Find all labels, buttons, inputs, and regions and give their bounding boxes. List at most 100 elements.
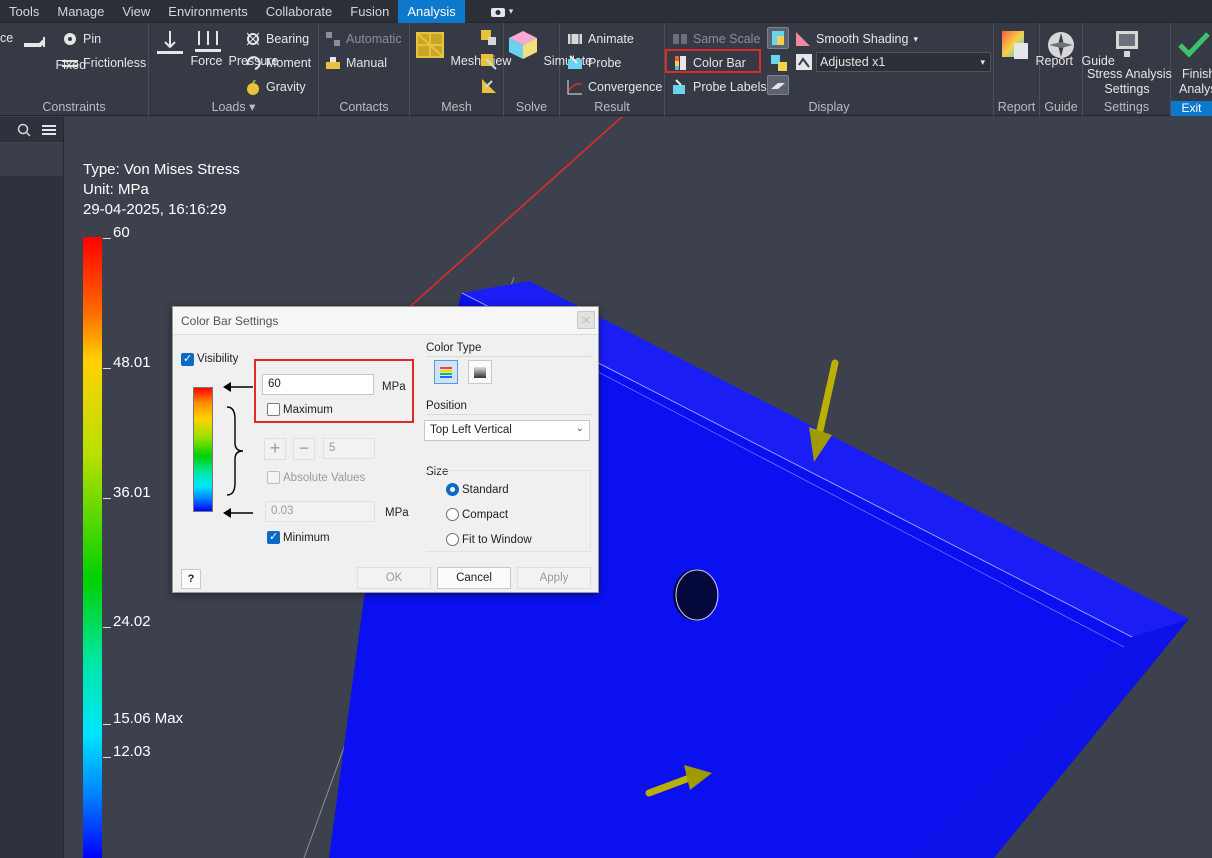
absolute-values-checkbox[interactable]: [267, 471, 280, 484]
panel-title-loads[interactable]: Loads ▾: [149, 99, 318, 114]
minus-icon: −: [298, 438, 310, 458]
pin-icon: [64, 33, 76, 45]
animate-film-icon: [568, 34, 582, 44]
menu-manage[interactable]: Manage: [48, 0, 113, 23]
visibility-checkbox[interactable]: [181, 352, 194, 366]
mesh-settings-icon[interactable]: [480, 29, 498, 47]
visibility-label: Visibility: [197, 353, 239, 365]
ok-button[interactable]: OK: [357, 567, 431, 589]
panel-display: Same Scale Color Bar Probe Labels Smooth…: [665, 23, 994, 116]
position-select[interactable]: Top Left Vertical ⌄: [424, 420, 590, 441]
minimum-unit-label: MPa: [385, 507, 409, 519]
panel-mesh: Mesh View Mesh: [410, 23, 511, 116]
frictionless-label: Frictionless: [83, 56, 147, 70]
smooth-shading-icon: [796, 32, 810, 46]
frictionless-button[interactable]: Frictionless: [62, 55, 146, 71]
color-bar-highlight-box: [665, 49, 761, 73]
constraint-cut-label[interactable]: ce: [0, 31, 13, 45]
automatic-button[interactable]: Automatic: [325, 31, 402, 47]
menu-collaborate[interactable]: Collaborate: [257, 0, 342, 23]
grayscale-color-icon: [474, 367, 486, 378]
browser-row[interactable]: [0, 143, 63, 177]
add-step-button[interactable]: +: [264, 438, 286, 460]
panel-contacts: Automatic Manual Contacts: [319, 23, 410, 116]
boundary-conditions-icon: [772, 31, 784, 45]
force-button[interactable]: Force: [153, 29, 222, 68]
manual-button[interactable]: Manual: [325, 55, 387, 71]
local-mesh-control-icon[interactable]: [480, 53, 498, 71]
help-button[interactable]: ?: [181, 569, 201, 589]
minimum-value-input[interactable]: 0.03: [265, 501, 375, 522]
cancel-button[interactable]: Cancel: [437, 567, 511, 589]
help-icon: ?: [187, 573, 195, 585]
moment-button[interactable]: Moment: [245, 55, 311, 71]
loads-title-text: Loads: [211, 100, 246, 114]
guide-compass-icon: [1048, 32, 1074, 58]
remove-step-button[interactable]: −: [293, 438, 315, 460]
dialog-close-button[interactable]: [577, 311, 595, 329]
probe-button[interactable]: Probe: [567, 55, 621, 71]
pressure-button[interactable]: Pressure: [191, 29, 279, 68]
probe-labels-label: Probe Labels: [693, 80, 767, 94]
stress-settings-icon: [1116, 31, 1138, 57]
color-bar-label: 24.02: [113, 613, 151, 630]
displacement-scale-select[interactable]: Adjusted x1 ▾: [816, 52, 991, 72]
bearing-button[interactable]: Bearing: [245, 31, 309, 47]
panel-report: Report Report: [994, 23, 1073, 116]
moment-icon: [246, 56, 261, 70]
rainbow-color-icon: [440, 367, 452, 378]
color-bar-label-max: 60: [113, 224, 130, 241]
search-icon[interactable]: [17, 123, 31, 137]
minimum-checkbox[interactable]: [267, 530, 280, 544]
min-max-values-icon[interactable]: [769, 53, 789, 73]
pin-button[interactable]: Pin: [62, 31, 101, 47]
size-fit-window-radio[interactable]: [446, 533, 459, 546]
color-bar-tick: [103, 498, 111, 499]
same-scale-label: Same Scale: [693, 32, 761, 46]
panel-solve: Simulate Solve: [504, 23, 592, 116]
size-compact-radio[interactable]: [446, 508, 459, 521]
stress-analysis-settings-button[interactable]: Stress Analysis Settings: [1087, 29, 1172, 97]
color-bar-tick: [103, 368, 111, 369]
smooth-shading-dropdown[interactable]: Smooth Shading ▾: [795, 31, 918, 47]
color-bar: [83, 237, 102, 858]
convergence-settings-icon[interactable]: [480, 77, 498, 95]
mesh-view-button[interactable]: Mesh View: [413, 29, 511, 68]
camera-dropdown-button[interactable]: ▾: [481, 0, 523, 23]
legend-timestamp: 29-04-2025, 16:16:29: [83, 201, 227, 218]
fixed-constraint-icon: [24, 37, 46, 47]
manual-label: Manual: [346, 56, 387, 70]
guide-button[interactable]: Guide: [1044, 29, 1115, 68]
deformed-style-toggle[interactable]: [767, 75, 789, 95]
same-scale-button[interactable]: Same Scale: [672, 31, 760, 47]
fixed-button[interactable]: Fixed: [18, 33, 86, 72]
size-fit-window-label: Fit to Window: [462, 534, 532, 546]
animate-label: Animate: [588, 32, 634, 46]
steps-input[interactable]: 5: [323, 438, 375, 459]
animate-button[interactable]: Animate: [567, 31, 634, 47]
size-standard-radio[interactable]: [446, 483, 459, 496]
finish-analysis-button[interactable]: Finish Analysis: [1175, 29, 1212, 97]
chevron-down-icon: ▾: [980, 56, 985, 67]
probe-labels-button[interactable]: Probe Labels: [672, 79, 767, 95]
show-mesh-toggle[interactable]: [767, 27, 789, 49]
convergence-button[interactable]: Convergence: [567, 79, 662, 95]
menu-environments[interactable]: Environments: [159, 0, 256, 23]
menu-fusion[interactable]: Fusion: [341, 0, 398, 23]
menu-view[interactable]: View: [113, 0, 159, 23]
report-button[interactable]: Report: [998, 29, 1073, 68]
displacement-scale-value: Adjusted x1: [820, 55, 886, 69]
plus-icon: +: [269, 438, 281, 458]
automatic-contact-icon: [326, 32, 340, 46]
hamburger-menu-icon[interactable]: [41, 123, 57, 137]
apply-button[interactable]: Apply: [517, 567, 591, 589]
menu-tools[interactable]: Tools: [0, 0, 48, 23]
report-icon: [1002, 31, 1028, 59]
chevron-down-icon: ⌄: [575, 423, 584, 434]
menu-analysis[interactable]: Analysis: [398, 0, 465, 23]
contour-shading-icon[interactable]: [795, 53, 813, 71]
color-type-grayscale-button[interactable]: [468, 360, 492, 384]
color-type-rainbow-button[interactable]: [434, 360, 458, 384]
simulate-button[interactable]: Simulate: [506, 29, 592, 68]
gravity-button[interactable]: Gravity: [245, 79, 306, 95]
